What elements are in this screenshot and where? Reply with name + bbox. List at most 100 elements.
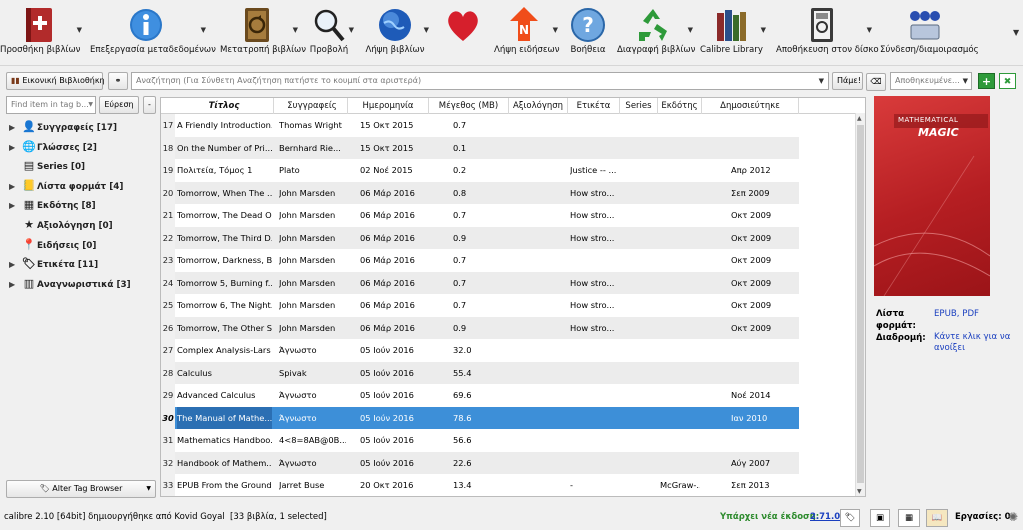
tag-category-item[interactable]: 📍Ειδήσεις [0]: [9, 236, 96, 254]
table-row[interactable]: 24 Tomorrow 5, Burning f... John Marsden 06…: [161, 271, 799, 294]
collapse-button[interactable]: -: [143, 96, 156, 114]
saved-searches-select[interactable]: Αποθηκευμένε... ▼: [890, 72, 972, 90]
get-books-button[interactable]: Λήψη βιβλίων ▼: [365, 0, 429, 66]
chevron-down-icon[interactable]: ▼: [293, 26, 298, 34]
chevron-down-icon[interactable]: ▼: [867, 26, 872, 34]
scroll-thumb[interactable]: [857, 125, 864, 483]
tag-category-item[interactable]: ▶ ▥ Αναγνωριστικά [3]: [9, 275, 131, 293]
tag-category-item[interactable]: ▤ Series [0]: [9, 157, 85, 175]
cell-publisher: [660, 227, 700, 250]
tag-category-item[interactable]: ▶ 🌐Γλώσσες [2]: [9, 138, 97, 156]
column-header[interactable]: Ημερομηνία: [348, 98, 429, 114]
column-header[interactable]: Εκδότης: [658, 98, 702, 114]
advanced-search-button[interactable]: ⚭: [108, 72, 128, 90]
remove-books-button[interactable]: Διαγραφή βιβλίων ▼: [617, 0, 695, 66]
tag-category-item[interactable]: ★ Αξιολόγηση [0]: [9, 216, 113, 234]
table-row[interactable]: 31 Mathematics Handboo... 4<8=8AB@0B... 05 …: [161, 429, 799, 452]
table-row[interactable]: 30 The Manual of Mathe... Άγνωστο 05 Ιούν 2…: [161, 406, 799, 429]
column-header[interactable]: Μέγεθος (MB): [429, 98, 509, 114]
table-row[interactable]: 32 Handbook of Mathem... Άγνωστο 05 Ιούν 20…: [161, 451, 799, 474]
update-version-link[interactable]: 2.71.0: [810, 505, 840, 530]
alter-tag-browser-button[interactable]: 🏷 Alter Tag Browser ▼: [6, 480, 156, 498]
expand-arrow-icon[interactable]: ▶: [9, 139, 21, 157]
vertical-scrollbar[interactable]: ▲ ▼: [855, 113, 865, 496]
chevron-down-icon[interactable]: ▼: [349, 26, 354, 34]
chevron-down-icon[interactable]: ▼: [424, 26, 429, 34]
search-go-button[interactable]: Πάμε!: [832, 72, 863, 90]
table-row[interactable]: 26 Tomorrow, The Other S... John Marsden 06…: [161, 316, 799, 339]
tag-category-item[interactable]: ▶ 👤Συγγραφείς [17]: [9, 118, 117, 136]
chevron-down-icon[interactable]: ▼: [819, 73, 824, 89]
table-row[interactable]: 22 Tomorrow, The Third D... John Marsden 06…: [161, 226, 799, 250]
grid-view-button[interactable]: ▦: [898, 509, 920, 527]
table-row[interactable]: 29 Advanced Calculus Άγνωστο 05 Ιούν 2016 69…: [161, 384, 799, 407]
tag-category-item[interactable]: ▶ 🏷Ετικέτα [11]: [9, 255, 98, 273]
table-row[interactable]: 17 A Friendly Introduction... Thomas Wrigh…: [161, 114, 799, 137]
table-row[interactable]: 27 Complex Analysis-Lars ... Άγνωστο 05 Ιού…: [161, 339, 799, 362]
disk-icon: [811, 8, 833, 42]
tag-category-label: Ειδήσεις [0]: [37, 240, 97, 251]
column-header[interactable]: Series: [620, 98, 658, 114]
cell-pub: Ιαν 2010: [731, 412, 768, 423]
column-header[interactable]: Τίτλος: [175, 98, 274, 114]
column-header[interactable]: Αξιολόγηση: [509, 98, 568, 114]
expand-arrow-icon[interactable]: ▶: [9, 256, 21, 274]
table-row[interactable]: 19 Πολιτεία, Τόμος 1 Plato 02 Νοέ 2015 0.2 Ju…: [161, 159, 799, 182]
table-row[interactable]: 21 Tomorrow, The Dead O... John Marsden 06 …: [161, 204, 799, 227]
path-link[interactable]: Κάντε κλικ για να ανοίξει: [934, 332, 1014, 354]
library-button[interactable]: Calibre Library ▼: [700, 0, 766, 66]
table-row[interactable]: 28 Calculus Spivak 05 Ιούν 2016 55.4: [161, 361, 799, 384]
cell-pub: Οκτ 2009: [731, 232, 772, 243]
table-row[interactable]: 33 EPUB From the Ground... Jarret Buse 20 Ο…: [161, 474, 799, 496]
tag-browser-find-button[interactable]: Εύρεση: [99, 96, 139, 114]
cell-title: The Manual of Mathe...: [177, 406, 272, 429]
delete-saved-search-button[interactable]: ✖: [999, 73, 1016, 89]
help-button[interactable]: ? Βοήθεια: [568, 0, 608, 66]
convert-books-button[interactable]: Μετατροπή βιβλίων ▼: [220, 0, 306, 66]
add-saved-search-button[interactable]: +: [978, 73, 995, 89]
cell-author: Bernhard Rie...: [279, 142, 341, 153]
add-books-button[interactable]: Προσθήκη βιβλίων ▼: [0, 0, 82, 66]
scroll-up-icon[interactable]: ▲: [857, 115, 862, 122]
table-row[interactable]: 18 On the Number of Pri... Bernhard Rie...…: [161, 136, 799, 159]
layout-button[interactable]: ▣: [870, 509, 890, 527]
table-row[interactable]: 23 Tomorrow, Darkness, B... John Marsden 06…: [161, 249, 799, 272]
row-number: 25: [161, 294, 175, 317]
chevron-down-icon[interactable]: ▼: [553, 26, 558, 34]
donate-button[interactable]: [440, 0, 486, 66]
view-button[interactable]: Προβολή ▼: [308, 0, 354, 66]
tag-browser-find-input[interactable]: Find item in tag b... ▼: [6, 96, 96, 114]
table-row[interactable]: 25 Tomorrow 6, The Night... John Marsden 06…: [161, 294, 799, 317]
tag-category-item[interactable]: ▶ 📒Λίστα φορμάτ [4]: [9, 177, 123, 195]
search-input[interactable]: Αναζήτηση (Για Σύνθετη Αναζήτηση πατήστε…: [131, 72, 829, 90]
table-row[interactable]: 20 Tomorrow, When The ... John Marsden 06 Μ…: [161, 181, 799, 204]
book-cover[interactable]: MATHEMATICAL MAGIC: [874, 96, 990, 296]
virtual-library-button[interactable]: ▮▮ Εικονική Βιβλιοθήκη: [6, 72, 105, 90]
cell-title: Calculus: [177, 367, 212, 378]
fetch-news-button[interactable]: N Λήψη ειδήσεων ▼: [494, 0, 560, 66]
book-view-button[interactable]: 📖: [926, 509, 948, 527]
tag-mark-button[interactable]: 🏷: [840, 509, 860, 527]
column-header[interactable]: Συγγραφείς: [277, 98, 348, 114]
chevron-down-icon[interactable]: ▼: [201, 26, 206, 34]
expand-arrow-icon[interactable]: ▶: [9, 197, 21, 215]
connect-share-button[interactable]: Σύνδεση/διαμοιρασμός: [880, 0, 979, 66]
clear-search-button[interactable]: ⌫: [866, 73, 886, 91]
edit-metadata-button[interactable]: Επεξεργασία μεταδεδομένων ▼: [90, 0, 216, 66]
chevron-down-icon[interactable]: ▼: [688, 26, 693, 34]
formats-link[interactable]: EPUB, PDF: [934, 308, 979, 320]
chevron-down-icon[interactable]: ▼: [761, 26, 766, 34]
tag-category-item[interactable]: ▶ ▦ Εκδότης [8]: [9, 196, 96, 214]
category-icon: 📍: [22, 237, 36, 251]
expand-arrow-icon[interactable]: ▶: [9, 178, 21, 196]
jobs-indicator[interactable]: Εργασίες: 0: [955, 505, 1011, 530]
category-icon: ▦: [23, 198, 35, 212]
column-header[interactable]: Ετικέτα: [568, 98, 620, 114]
scroll-down-icon[interactable]: ▼: [857, 488, 862, 495]
expand-arrow-icon[interactable]: ▶: [9, 276, 21, 294]
save-to-disk-button[interactable]: Αποθήκευση στον δίσκο ▼: [776, 0, 879, 66]
expand-arrow-icon[interactable]: ▶: [9, 119, 21, 137]
chevron-down-icon[interactable]: ▼: [77, 26, 82, 34]
toolbar-overflow-icon[interactable]: ▼: [1013, 28, 1019, 37]
column-header[interactable]: Δημοσιεύτηκε: [702, 98, 799, 114]
